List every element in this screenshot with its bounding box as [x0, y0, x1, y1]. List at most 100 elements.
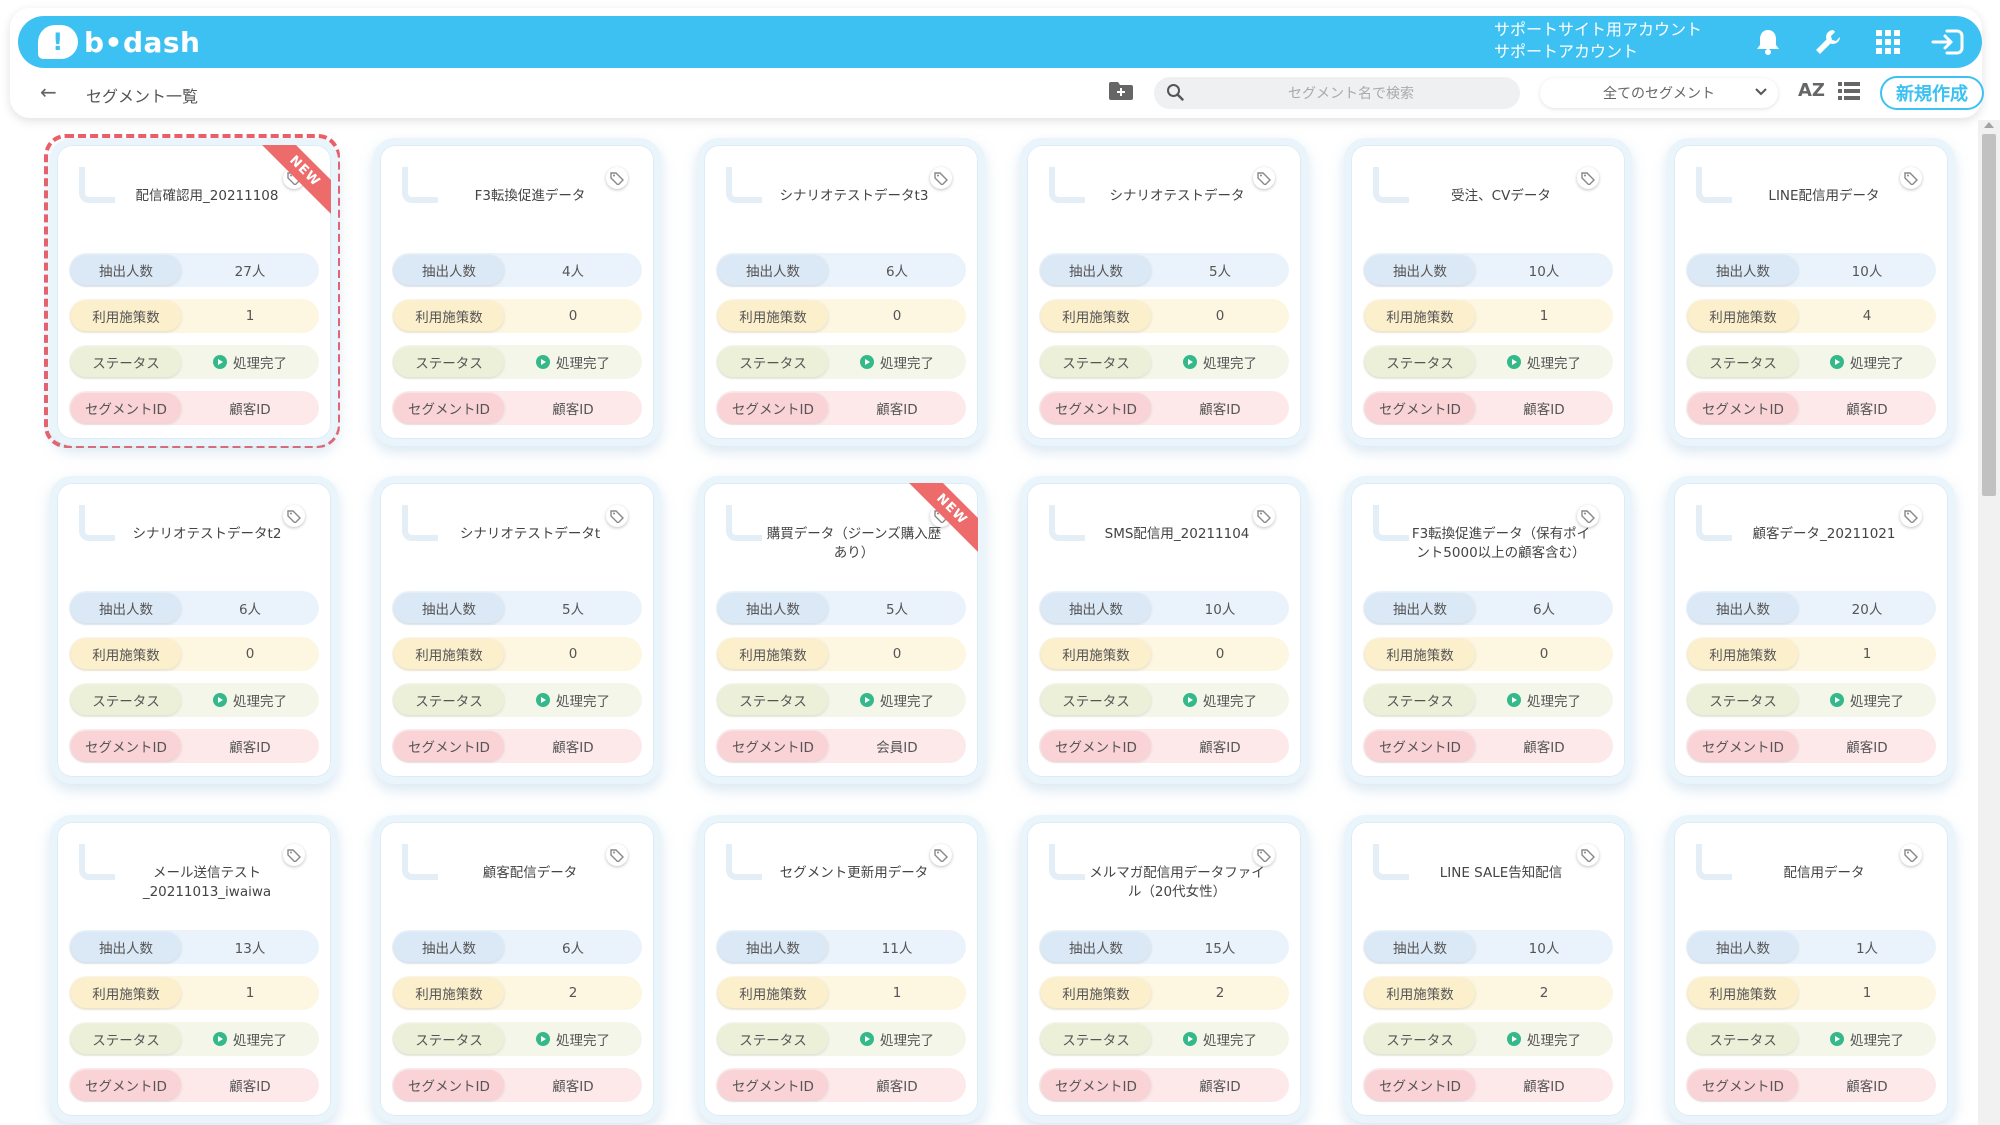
status-text: 処理完了 — [880, 1033, 934, 1049]
extract-count-row: 抽出人数 5人 — [716, 591, 966, 625]
segment-card[interactable]: シナリオテストデータt 抽出人数 5人 利用施策数 0 ステータス 処理完了 セグメントID 顧… — [373, 476, 661, 784]
segment-title: 顧客配信データ — [482, 865, 578, 881]
extract-count-label: 抽出人数 — [1365, 255, 1475, 285]
sort-az-icon[interactable]: AZ — [1798, 80, 1825, 101]
tag-icon[interactable] — [1900, 844, 1922, 866]
account-info[interactable]: サポートサイト用アカウント サポートアカウント — [1494, 19, 1702, 63]
status-text: 処理完了 — [1527, 694, 1581, 710]
used-campaigns-label: 利用施策数 — [1041, 639, 1151, 669]
tag-icon[interactable] — [1253, 844, 1275, 866]
status-row: ステータス 処理完了 — [716, 683, 966, 717]
segment-card[interactable]: 購買データ（ジーンズ購入歴あり） NEW 抽出人数 5人 利用施策数 0 ステータス 処理完了… — [697, 476, 985, 784]
corner-fold — [79, 167, 115, 203]
segment-id-label: セグメントID — [1365, 731, 1475, 761]
search-input[interactable] — [1194, 77, 1508, 111]
segment-card[interactable]: F3転換促進データ（保有ポイント5000以上の顧客含む） 抽出人数 6人 利用施策数 0… — [1344, 476, 1632, 784]
bell-icon[interactable] — [1738, 28, 1798, 56]
segment-card[interactable]: 配信用データ 抽出人数 1人 利用施策数 1 ステータス 処理完了 セグメントID 顧客ID — [1667, 815, 1955, 1123]
segment-card[interactable]: 顧客データ_20211021 抽出人数 20人 利用施策数 1 ステータス 処理完了 セグメン… — [1667, 476, 1955, 784]
corner-fold — [1049, 844, 1085, 880]
used-campaigns-row: 利用施策数 2 — [1039, 976, 1289, 1010]
search-box[interactable] — [1154, 77, 1520, 111]
status-label: ステータス — [718, 685, 828, 715]
tag-icon[interactable] — [1577, 844, 1599, 866]
segment-card[interactable]: メール送信テスト_20211013_iwaiwa 抽出人数 13人 利用施策数 1 ステー… — [50, 815, 338, 1123]
extract-count-value: 6人 — [561, 941, 585, 957]
tag-icon[interactable] — [1900, 505, 1922, 527]
play-status-icon — [536, 693, 550, 707]
logout-icon[interactable] — [1918, 28, 1978, 56]
search-icon — [1166, 83, 1184, 105]
status-text: 処理完了 — [880, 356, 934, 372]
extract-count-value: 6人 — [1532, 602, 1556, 618]
tag-icon[interactable] — [1253, 505, 1275, 527]
extract-count-label: 抽出人数 — [71, 255, 181, 285]
used-campaigns-label: 利用施策数 — [1688, 978, 1798, 1008]
grid-icon[interactable] — [1858, 30, 1918, 54]
create-new-button[interactable]: 新規作成 — [1880, 76, 1984, 110]
corner-fold — [1049, 505, 1085, 541]
segment-card[interactable]: シナリオテストデータt3 抽出人数 6人 利用施策数 0 ステータス 処理完了 セグメントID… — [697, 138, 985, 446]
tag-icon[interactable] — [1577, 505, 1599, 527]
tag-icon[interactable] — [930, 844, 952, 866]
status-value: 処理完了 — [1475, 690, 1613, 710]
add-folder-icon[interactable] — [1108, 81, 1134, 105]
used-campaigns-row: 利用施策数 0 — [1039, 637, 1289, 671]
segment-card[interactable]: シナリオテストデータt2 抽出人数 6人 利用施策数 0 ステータス 処理完了 セグメントID… — [50, 476, 338, 784]
segment-card[interactable]: SMS配信用_20211104 抽出人数 10人 利用施策数 0 ステータス 処理完了 セグメ… — [1020, 476, 1308, 784]
scroll-up-arrow-icon[interactable] — [1984, 122, 1994, 128]
extract-count-value: 1人 — [1855, 941, 1879, 957]
segment-title: シナリオテストデータt3 — [779, 188, 929, 204]
back-arrow-icon[interactable]: ← — [40, 80, 57, 104]
segment-id-type: 顧客ID — [229, 402, 271, 418]
tag-icon[interactable] — [1577, 167, 1599, 189]
segment-id-row: セグメントID 顧客ID — [69, 729, 319, 763]
tag-icon[interactable] — [606, 844, 628, 866]
segment-filter-select[interactable]: 全てのセグメント — [1540, 78, 1778, 108]
status-value: 処理完了 — [828, 352, 966, 372]
status-label: ステータス — [1688, 685, 1798, 715]
play-status-icon — [213, 693, 227, 707]
used-campaigns-row: 利用施策数 0 — [392, 637, 642, 671]
play-status-icon — [1183, 693, 1197, 707]
wrench-icon[interactable] — [1798, 28, 1858, 56]
segment-card[interactable]: LINE配信用データ 抽出人数 10人 利用施策数 4 ステータス 処理完了 セグメントID 顧… — [1667, 138, 1955, 446]
tag-icon[interactable] — [930, 167, 952, 189]
segment-card[interactable]: 受注、CVデータ 抽出人数 10人 利用施策数 1 ステータス 処理完了 セグメントID 顧客I… — [1344, 138, 1632, 446]
scroll-thumb[interactable] — [1982, 134, 1996, 496]
segment-card[interactable]: 配信確認用_20211108 NEW 抽出人数 27人 利用施策数 1 ステータス 処理完了セ… — [50, 138, 338, 446]
segment-title: LINE配信用データ — [1768, 188, 1880, 204]
segment-id-row: セグメントID 会員ID — [716, 729, 966, 763]
scrollbar[interactable] — [1978, 120, 2000, 1125]
play-status-icon — [536, 1032, 550, 1046]
segment-id-label: セグメントID — [1041, 1070, 1151, 1100]
corner-fold — [726, 167, 762, 203]
page-title: セグメント一覧 — [86, 87, 199, 106]
extract-count-value: 10人 — [1528, 941, 1560, 957]
segment-title: シナリオテストデータ — [1109, 188, 1245, 204]
segment-card[interactable]: F3転換促進データ 抽出人数 4人 利用施策数 0 ステータス 処理完了 セグメントID 顧客I… — [373, 138, 661, 446]
segment-card[interactable]: セグメント更新用データ 抽出人数 11人 利用施策数 1 ステータス 処理完了 セグメントID… — [697, 815, 985, 1123]
tag-icon[interactable] — [283, 844, 305, 866]
tag-icon[interactable] — [283, 505, 305, 527]
status-label: ステータス — [1041, 1024, 1151, 1054]
extract-count-value: 20人 — [1851, 602, 1883, 618]
segment-id-row: セグメントID 顧客ID — [716, 1068, 966, 1102]
tag-icon[interactable] — [606, 167, 628, 189]
tag-icon[interactable] — [1900, 167, 1922, 189]
segment-card[interactable]: メルマガ配信用データファイル（20代女性） 抽出人数 15人 利用施策数 2 ステータス 処… — [1020, 815, 1308, 1123]
tag-icon[interactable] — [1253, 167, 1275, 189]
segment-card[interactable]: シナリオテストデータ 抽出人数 5人 利用施策数 0 ステータス 処理完了 セグメントID 顧客… — [1020, 138, 1308, 446]
bdash-logo[interactable]: ! b•dash — [38, 22, 200, 62]
segment-card[interactable]: 顧客配信データ 抽出人数 6人 利用施策数 2 ステータス 処理完了 セグメントID 顧客ID — [373, 815, 661, 1123]
segment-id-label: セグメントID — [718, 393, 828, 423]
tag-icon[interactable] — [606, 505, 628, 527]
segment-id-row: セグメントID 顧客ID — [1363, 729, 1613, 763]
used-campaigns-value: 1 — [245, 985, 255, 1001]
segment-title: メール送信テスト_20211013_iwaiwa — [142, 865, 272, 900]
list-view-icon[interactable] — [1838, 82, 1860, 104]
used-campaigns-label: 利用施策数 — [1688, 301, 1798, 331]
segment-card[interactable]: LINE SALE告知配信 抽出人数 10人 利用施策数 2 ステータス 処理完了 セグメント… — [1344, 815, 1632, 1123]
segment-id-type: 顧客ID — [876, 1079, 918, 1095]
extract-count-row: 抽出人数 27人 — [69, 253, 319, 287]
